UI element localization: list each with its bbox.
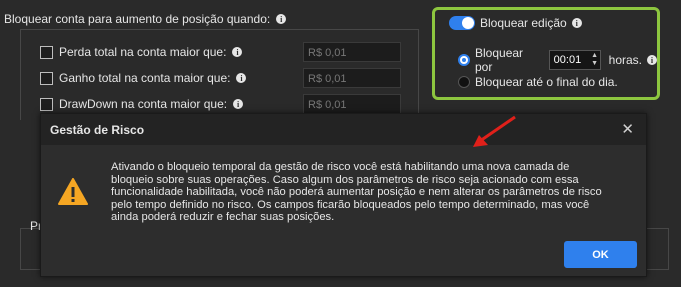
lock-end-of-day-label: Bloquear até o final do dia.: [475, 75, 618, 89]
arrow-icon: [473, 115, 516, 147]
drawdown-checkbox[interactable]: [40, 97, 53, 111]
lock-edit-toggle-row: Bloquear edição i: [449, 16, 582, 30]
info-icon[interactable]: i: [647, 55, 657, 65]
rule-row-drawdown: DrawDown na conta maior que: i: [40, 97, 244, 111]
info-icon[interactable]: i: [276, 14, 287, 24]
risk-dialog: Gestão de Risco ✕ Ativando o bloqueio te…: [40, 113, 647, 277]
loss-checkbox[interactable]: [40, 45, 53, 59]
warning-icon: [58, 178, 88, 205]
lock-hours-label: Bloquear por: [475, 46, 524, 74]
rule-row-loss: Perda total na conta maior que: i: [40, 45, 243, 59]
dialog-title: Gestão de Risco: [50, 123, 145, 137]
spin-up-icon[interactable]: ▲: [591, 52, 598, 60]
section-title: Bloquear conta para aumento de posição q…: [4, 12, 287, 26]
lock-end-of-day-radio[interactable]: [458, 76, 470, 88]
hours-suffix: horas.: [608, 53, 642, 67]
info-icon[interactable]: i: [233, 99, 244, 109]
lock-edit-toggle[interactable]: [449, 16, 475, 30]
lock-edit-panel: Bloquear edição i Bloquear por 00:01 ▲ ▼ …: [432, 7, 660, 100]
drawdown-value-input[interactable]: R$ 0,01: [303, 94, 401, 114]
time-input[interactable]: 00:01 ▲ ▼: [548, 50, 601, 70]
info-icon[interactable]: i: [236, 73, 247, 83]
info-icon[interactable]: i: [571, 18, 582, 28]
lock-hours-row: Bloquear por 00:01 ▲ ▼ horas. i: [458, 46, 657, 74]
time-value: 00:01: [553, 54, 582, 66]
dialog-header: Gestão de Risco ✕: [41, 114, 646, 145]
dialog-message: Ativando o bloqueio temporal da gestão d…: [111, 161, 602, 223]
ok-button[interactable]: OK: [564, 241, 637, 268]
lock-hours-radio[interactable]: [458, 54, 470, 66]
drawdown-label: DrawDown na conta maior que:: [59, 97, 228, 111]
lock-end-of-day-row: Bloquear até o final do dia.: [458, 75, 618, 89]
gain-label: Ganho total na conta maior que:: [59, 71, 231, 85]
spin-down-icon[interactable]: ▼: [591, 60, 598, 68]
loss-value-input[interactable]: R$ 0,01: [303, 42, 401, 62]
gain-value-input[interactable]: R$ 0,01: [303, 68, 401, 88]
gain-checkbox[interactable]: [40, 71, 53, 85]
loss-label: Perda total na conta maior que:: [59, 45, 227, 59]
section-title-text: Bloquear conta para aumento de posição q…: [4, 12, 271, 26]
info-icon[interactable]: i: [232, 47, 243, 57]
lock-edit-label: Bloquear edição: [480, 16, 567, 30]
rule-row-gain: Ganho total na conta maior que: i: [40, 71, 247, 85]
time-spinner[interactable]: ▲ ▼: [590, 51, 600, 69]
close-icon[interactable]: ✕: [621, 120, 634, 138]
